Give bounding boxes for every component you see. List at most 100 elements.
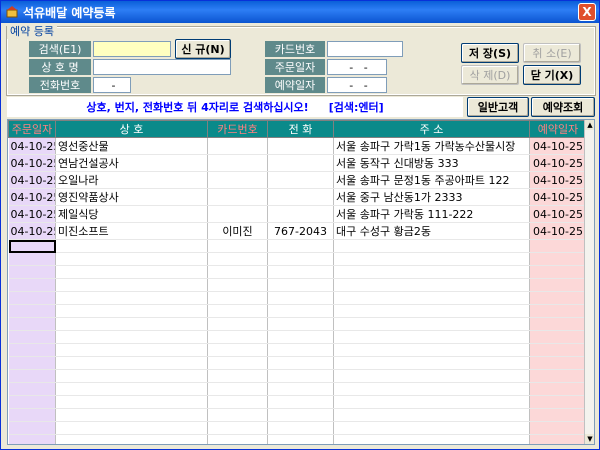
table-cell[interactable]: 04-10-25 (529, 188, 587, 206)
table-cell[interactable] (207, 205, 268, 223)
scroll-down-icon[interactable]: ▼ (585, 434, 594, 444)
table-cell[interactable] (55, 421, 208, 435)
table-cell[interactable] (55, 278, 208, 292)
reservation-grid[interactable]: 주문일자 상 호 카드번호 전 화 주 소 예약일자 04-10-25 영선중산물… (7, 119, 595, 445)
table-cell[interactable] (333, 369, 530, 383)
empty-row[interactable] (8, 239, 587, 253)
table-cell[interactable] (207, 252, 268, 266)
table-cell[interactable]: 04-10-25 (8, 188, 56, 206)
table-cell[interactable] (333, 330, 530, 344)
table-row[interactable]: 04-10-25 미진소프트 이미진 767-2043 대구 수성구 황금2동 04-10… (8, 222, 587, 240)
table-cell[interactable] (207, 317, 268, 331)
table-cell[interactable] (267, 188, 334, 206)
table-cell[interactable] (267, 278, 334, 292)
table-cell[interactable]: 04-10-25 (529, 205, 587, 223)
table-cell[interactable] (333, 265, 530, 279)
table-cell[interactable]: 미진소프트 (55, 222, 208, 240)
table-cell[interactable] (55, 291, 208, 305)
table-cell[interactable] (8, 278, 56, 292)
table-cell[interactable] (267, 330, 334, 344)
table-cell[interactable] (267, 421, 334, 435)
name-input[interactable] (93, 59, 231, 75)
table-cell[interactable] (8, 291, 56, 305)
table-cell[interactable] (8, 356, 56, 370)
table-cell[interactable] (55, 434, 208, 444)
delete-button[interactable]: 삭 제(D) (461, 65, 519, 85)
table-cell[interactable]: 서울 송파구 가락동 111-222 (333, 205, 530, 223)
table-cell[interactable] (333, 382, 530, 396)
table-cell[interactable] (267, 408, 334, 422)
table-cell[interactable] (207, 137, 268, 155)
table-cell[interactable] (267, 317, 334, 331)
table-cell[interactable] (529, 239, 587, 253)
table-cell[interactable] (333, 395, 530, 409)
empty-row[interactable] (8, 304, 587, 318)
col-header-address[interactable]: 주 소 (333, 120, 530, 138)
general-customer-button[interactable]: 일반고객 (467, 97, 529, 117)
table-row[interactable]: 04-10-25 오일나라 서울 송파구 문정1동 주공아파트 122 04-10-2… (8, 171, 587, 189)
table-cell[interactable] (529, 382, 587, 396)
table-cell[interactable] (529, 291, 587, 305)
table-cell[interactable]: 767-2043 (267, 222, 334, 240)
empty-row[interactable] (8, 265, 587, 279)
table-cell[interactable] (8, 434, 56, 444)
table-cell[interactable] (529, 265, 587, 279)
phone-input[interactable]: - (93, 77, 131, 93)
table-cell[interactable]: 04-10-25 (8, 222, 56, 240)
table-cell[interactable] (529, 395, 587, 409)
card-input[interactable] (327, 41, 403, 57)
cancel-button[interactable]: 취 소(E) (523, 43, 581, 63)
table-cell[interactable] (8, 304, 56, 318)
table-cell[interactable] (207, 395, 268, 409)
table-cell[interactable] (55, 317, 208, 331)
empty-row[interactable] (8, 395, 587, 409)
table-cell[interactable] (8, 239, 56, 253)
table-cell[interactable] (333, 317, 530, 331)
table-cell[interactable]: 04-10-25 (529, 171, 587, 189)
table-cell[interactable] (55, 330, 208, 344)
scroll-up-icon[interactable]: ▲ (585, 120, 594, 130)
table-cell[interactable] (8, 330, 56, 344)
table-cell[interactable] (8, 369, 56, 383)
table-cell[interactable] (8, 395, 56, 409)
table-cell[interactable] (267, 137, 334, 155)
table-cell[interactable] (333, 252, 530, 266)
table-cell[interactable] (333, 304, 530, 318)
table-cell[interactable]: 04-10-25 (8, 171, 56, 189)
title-bar[interactable]: 석유배달 예약등록 X (1, 1, 599, 23)
table-cell[interactable] (267, 395, 334, 409)
table-cell[interactable]: 연남건설공사 (55, 154, 208, 172)
table-cell[interactable] (267, 434, 334, 444)
table-cell[interactable]: 오일나라 (55, 171, 208, 189)
empty-row[interactable] (8, 421, 587, 435)
table-cell[interactable]: 이미진 (207, 222, 268, 240)
table-row[interactable]: 04-10-25 제일식당 서울 송파구 가락동 111-222 04-10-25 (8, 205, 587, 223)
table-cell[interactable] (333, 421, 530, 435)
col-header-name[interactable]: 상 호 (55, 120, 208, 138)
table-cell[interactable] (207, 188, 268, 206)
table-cell[interactable] (55, 395, 208, 409)
table-cell[interactable] (267, 382, 334, 396)
table-cell[interactable] (529, 356, 587, 370)
table-cell[interactable] (267, 205, 334, 223)
table-cell[interactable] (207, 265, 268, 279)
table-cell[interactable] (267, 265, 334, 279)
table-cell[interactable]: 04-10-25 (529, 137, 587, 155)
empty-row[interactable] (8, 369, 587, 383)
table-cell[interactable] (333, 408, 530, 422)
empty-row[interactable] (8, 408, 587, 422)
table-cell[interactable] (55, 239, 208, 253)
table-cell[interactable] (333, 278, 530, 292)
table-cell[interactable] (333, 434, 530, 444)
table-cell[interactable] (8, 382, 56, 396)
table-cell[interactable] (529, 421, 587, 435)
empty-row[interactable] (8, 356, 587, 370)
table-cell[interactable] (55, 252, 208, 266)
table-cell[interactable] (55, 356, 208, 370)
table-cell[interactable]: 04-10-25 (8, 154, 56, 172)
table-cell[interactable] (267, 171, 334, 189)
table-cell[interactable] (55, 304, 208, 318)
table-row[interactable]: 04-10-25 영진약품상사 서울 중구 남산동1가 2333 04-10-25 (8, 188, 587, 206)
vertical-scrollbar[interactable]: ▲ ▼ (584, 120, 594, 444)
table-cell[interactable]: 대구 수성구 황금2동 (333, 222, 530, 240)
